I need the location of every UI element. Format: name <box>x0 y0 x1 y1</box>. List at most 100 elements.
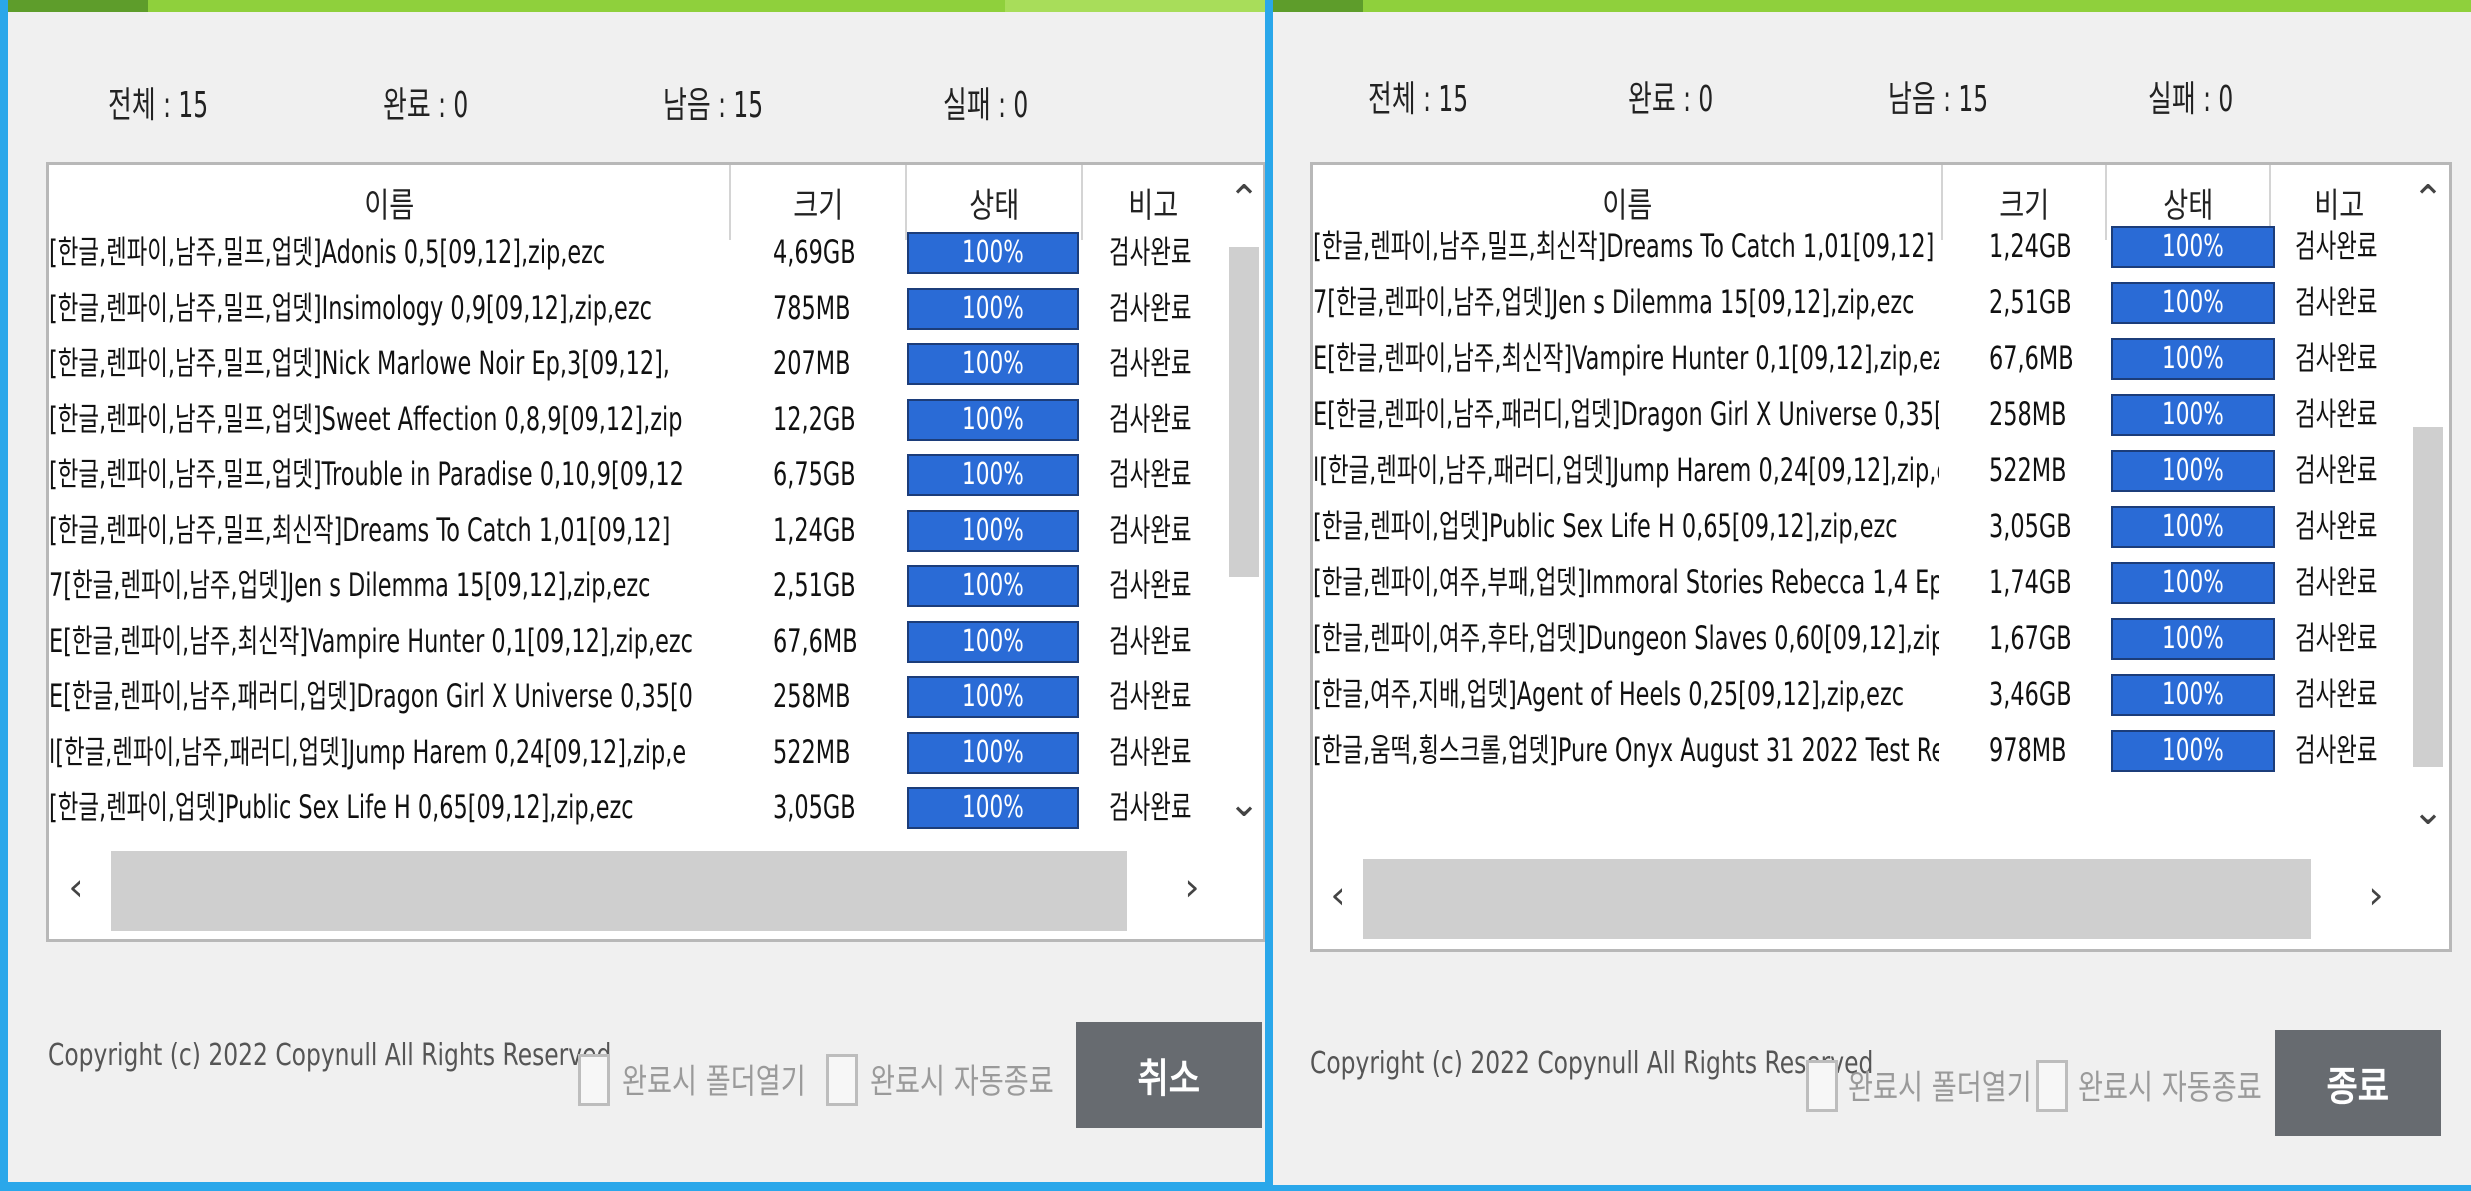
chevron-left-icon[interactable]: ‹ <box>53 865 99 909</box>
file-name: [한글,여주,지배,업뎃]Agent of Heels 0,25[09,12],… <box>1313 675 1905 713</box>
file-size: 3,46GB <box>1989 675 2072 713</box>
file-name: E[한글,렌파이,남주,패러디,업뎃]Dragon Girl X Univers… <box>1313 395 1939 433</box>
file-size: 1,67GB <box>1989 619 2072 657</box>
file-name: [한글,렌파이,업뎃]Public Sex Life H 0,65[09,12]… <box>49 788 634 826</box>
progress-bar: 100% <box>2111 506 2275 548</box>
table-row[interactable]: E[한글,렌파이,남주,패러디,업뎃]Dragon Girl X Univers… <box>1313 386 2415 442</box>
file-name: [한글,움떡,횡스크롤,업뎃]Pure Onyx August 31 2022 … <box>1313 731 1939 769</box>
right-progress-window: 전체 : 15 완료 : 0 남음 : 15 실패 : 0 이름 크기 상태 비… <box>1270 0 2471 1191</box>
table-row[interactable]: [한글,렌파이,업뎃]Public Sex Life H 0,65[09,12]… <box>49 779 1229 835</box>
progress-bar: 100% <box>2111 674 2275 716</box>
file-note: 검사완료 <box>2295 619 2378 657</box>
file-name: 7[한글,렌파이,남주,업뎃]Jen s Dilemma 15[09,12],z… <box>49 566 651 604</box>
file-size: 12,2GB <box>773 399 856 438</box>
file-note: 검사완료 <box>2295 283 2378 321</box>
table-row[interactable]: 7[한글,렌파이,남주,업뎃]Jen s Dilemma 15[09,12],z… <box>1313 274 2415 330</box>
progress-bar: 100% <box>907 565 1079 607</box>
table-row[interactable]: [한글,움떡,횡스크롤,업뎃]Pure Onyx August 31 2022 … <box>1313 722 2415 778</box>
file-name: 7[한글,렌파이,남주,업뎃]Jen s Dilemma 15[09,12],z… <box>1313 283 1915 321</box>
file-size: 522MB <box>773 732 851 771</box>
progress-bar: 100% <box>2111 618 2275 660</box>
file-note: 검사완료 <box>1109 510 1192 549</box>
table-row[interactable]: [한글,렌파이,남주,밀프,업뎃]Adonis 0,5[09,12],zip,e… <box>49 224 1229 280</box>
checkbox-open-folder[interactable] <box>1806 1060 1838 1112</box>
table-row[interactable]: l[한글,렌파이,남주,패러디,업뎃]Jump Harem 0,24[09,12… <box>49 724 1229 780</box>
chevron-down-icon[interactable]: ⌄ <box>2405 789 2449 833</box>
checkbox-auto-exit[interactable] <box>2036 1060 2068 1112</box>
chevron-down-icon[interactable]: ⌄ <box>1221 781 1263 825</box>
stat-fail: 실패 : 0 <box>2148 79 2234 120</box>
file-size: 1,24GB <box>773 510 856 549</box>
progress-bar: 100% <box>2111 226 2275 268</box>
vertical-scrollbar[interactable]: ⌃ ⌄ <box>1221 177 1263 837</box>
table-row[interactable]: [한글,렌파이,남주,밀프,최신작]Dreams To Catch 1,01[0… <box>1313 218 2415 274</box>
table-row[interactable]: 7[한글,렌파이,남주,업뎃]Jen s Dilemma 15[09,12],z… <box>49 557 1229 613</box>
table-row[interactable]: E[한글,렌파이,남주,최신작]Vampire Hunter 0,1[09,12… <box>1313 330 2415 386</box>
table-row[interactable]: [한글,렌파이,여주,후타,업뎃]Dungeon Slaves 0,60[09,… <box>1313 610 2415 666</box>
progress-bar: 100% <box>2111 338 2275 380</box>
table-row[interactable]: [한글,렌파이,업뎃]Public Sex Life H 0,65[09,12]… <box>1313 498 2415 554</box>
file-note: 검사완료 <box>2295 339 2378 377</box>
table-row[interactable]: [한글,렌파이,남주,밀프,업뎃]Trouble in Paradise 0,1… <box>49 446 1229 502</box>
file-name: E[한글,렌파이,남주,최신작]Vampire Hunter 0,1[09,12… <box>1313 339 1939 377</box>
checkbox-open-folder[interactable] <box>578 1054 610 1106</box>
chevron-up-icon[interactable]: ⌃ <box>2405 177 2449 221</box>
progress-bar: 100% <box>907 232 1079 274</box>
cancel-button[interactable]: 취소 <box>1076 1022 1262 1128</box>
table-row[interactable]: [한글,렌파이,남주,밀프,업뎃]Insimology 0,9[09,12],z… <box>49 280 1229 336</box>
file-note: 검사완료 <box>1109 344 1192 382</box>
chevron-left-icon[interactable]: ‹ <box>1315 873 1361 917</box>
checkbox-auto-exit[interactable] <box>826 1054 858 1106</box>
exit-button[interactable]: 종료 <box>2275 1030 2441 1136</box>
file-name: E[한글,렌파이,남주,패러디,업뎃]Dragon Girl X Univers… <box>49 677 693 715</box>
copyright-text: Copyright (c) 2022 Copynull All Rights R… <box>48 1038 612 1073</box>
table-row[interactable]: [한글,렌파이,여주,부패,업뎃]Immoral Stories Rebecca… <box>1313 554 2415 610</box>
checkbox-auto-exit-label: 완료시 자동종료 <box>870 1062 1054 1102</box>
file-name: [한글,렌파이,남주,밀프,최신작]Dreams To Catch 1,01[0… <box>1313 227 1935 265</box>
file-note: 검사완료 <box>1109 566 1192 604</box>
checkbox-auto-exit-label: 완료시 자동종료 <box>2078 1068 2262 1108</box>
progress-bar: 100% <box>2111 394 2275 436</box>
file-name: l[한글,렌파이,남주,패러디,업뎃]Jump Harem 0,24[09,12… <box>1313 451 1939 489</box>
title-progress-strip <box>1273 0 2471 12</box>
horizontal-scroll-thumb[interactable] <box>111 851 1127 931</box>
table-row[interactable]: E[한글,렌파이,남주,패러디,업뎃]Dragon Girl X Univers… <box>49 668 1229 724</box>
checkbox-open-folder-label: 완료시 폴더열기 <box>1848 1068 2032 1108</box>
file-name: [한글,렌파이,남주,밀프,업뎃]Insimology 0,9[09,12],z… <box>49 288 652 327</box>
table-row[interactable]: E[한글,렌파이,남주,최신작]Vampire Hunter 0,1[09,12… <box>49 613 1229 669</box>
file-size: 2,51GB <box>773 566 856 604</box>
file-size: 978MB <box>1989 731 2067 769</box>
left-progress-window: 전체 : 15 완료 : 0 남음 : 15 실패 : 0 이름 크기 상태 비… <box>0 0 1270 1191</box>
file-note: 검사완료 <box>2295 675 2378 713</box>
file-size: 207MB <box>773 344 851 382</box>
progress-bar: 100% <box>907 287 1079 330</box>
table-row[interactable]: l[한글,렌파이,남주,패러디,업뎃]Jump Harem 0,24[09,12… <box>1313 442 2415 498</box>
file-name: [한글,렌파이,남주,밀프,업뎃]Trouble in Paradise 0,1… <box>49 455 684 493</box>
table-row[interactable]: [한글,여주,지배,업뎃]Agent of Heels 0,25[09,12],… <box>1313 666 2415 722</box>
chevron-right-icon[interactable]: › <box>1169 865 1215 909</box>
chevron-right-icon[interactable]: › <box>2353 873 2399 917</box>
horizontal-scrollbar[interactable]: ‹ › <box>49 851 1223 931</box>
file-size: 67,6MB <box>773 621 858 660</box>
vertical-scrollbar[interactable]: ⌃ ⌄ <box>2405 177 2449 847</box>
progress-bar: 100% <box>907 343 1079 385</box>
table-row[interactable]: [한글,렌파이,남주,밀프,업뎃]Nick Marlowe Noir Ep,3[… <box>49 335 1229 391</box>
horizontal-scroll-thumb[interactable] <box>1363 859 2311 939</box>
progress-bar: 100% <box>2111 282 2275 324</box>
table-row[interactable]: [한글,렌파이,남주,밀프,업뎃]Sweet Affection 0,8,9[0… <box>49 391 1229 447</box>
vertical-scroll-thumb[interactable] <box>1229 247 1259 577</box>
file-note: 검사완료 <box>1109 677 1192 715</box>
file-list[interactable]: 이름 크기 상태 비고 [한글,렌파이,남주,밀프,업뎃]Adonis 0,5[… <box>46 162 1265 942</box>
file-size: 785MB <box>773 288 851 327</box>
chevron-up-icon[interactable]: ⌃ <box>1221 177 1263 221</box>
file-note: 검사완료 <box>2295 563 2378 601</box>
horizontal-scrollbar[interactable]: ‹ › <box>1313 859 2407 939</box>
file-note: 검사완료 <box>1109 732 1192 771</box>
file-list[interactable]: 이름 크기 상태 비고 [한글,렌파이,남주,밀프,최신작]Dreams To … <box>1310 162 2452 952</box>
file-note: 검사완료 <box>1109 455 1192 493</box>
vertical-scroll-thumb[interactable] <box>2413 427 2443 767</box>
progress-bar: 100% <box>907 509 1079 552</box>
table-row[interactable]: [한글,렌파이,남주,밀프,최신작]Dreams To Catch 1,01[0… <box>49 502 1229 558</box>
progress-bar: 100% <box>2111 730 2275 772</box>
stat-done: 완료 : 0 <box>383 85 469 126</box>
